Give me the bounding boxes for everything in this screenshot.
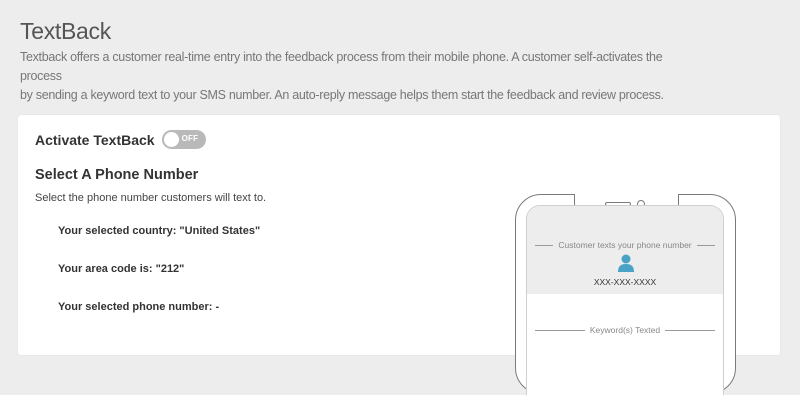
keywords-texted-label: Keyword(s) Texted xyxy=(535,325,716,335)
intro-line-2: by sending a keyword text to your SMS nu… xyxy=(20,88,664,102)
selected-country: Your selected country: "United States" xyxy=(58,225,261,237)
section-title: Select A Phone Number xyxy=(35,167,199,183)
activate-toggle[interactable]: OFF xyxy=(161,130,206,149)
toggle-knob xyxy=(163,132,179,147)
section-description: Select the phone number customers will t… xyxy=(35,192,267,204)
customer-texts-label: Customer texts your phone number xyxy=(535,240,716,250)
toggle-state-text: OFF xyxy=(181,134,199,143)
page-title: TextBack xyxy=(20,18,111,44)
selected-phone-number: Your selected phone number: - xyxy=(58,301,220,313)
page-intro: Textback offers a customer real-time ent… xyxy=(20,48,700,105)
textback-settings-card: Activate TextBack OFF Select A Phone Num… xyxy=(18,115,780,395)
user-icon xyxy=(618,254,634,272)
activate-label: Activate TextBack xyxy=(35,131,155,148)
phone-preview: Customer texts your phone number XXX-XXX… xyxy=(515,193,736,395)
area-code: Your area code is: "212" xyxy=(58,263,185,275)
phone-number-placeholder: XXX-XXX-XXXX xyxy=(593,277,657,287)
phone-screen: Customer texts your phone number XXX-XXX… xyxy=(526,205,724,395)
activate-row: Activate TextBack OFF xyxy=(35,130,206,149)
intro-line-1: Textback offers a customer real-time ent… xyxy=(20,50,663,83)
